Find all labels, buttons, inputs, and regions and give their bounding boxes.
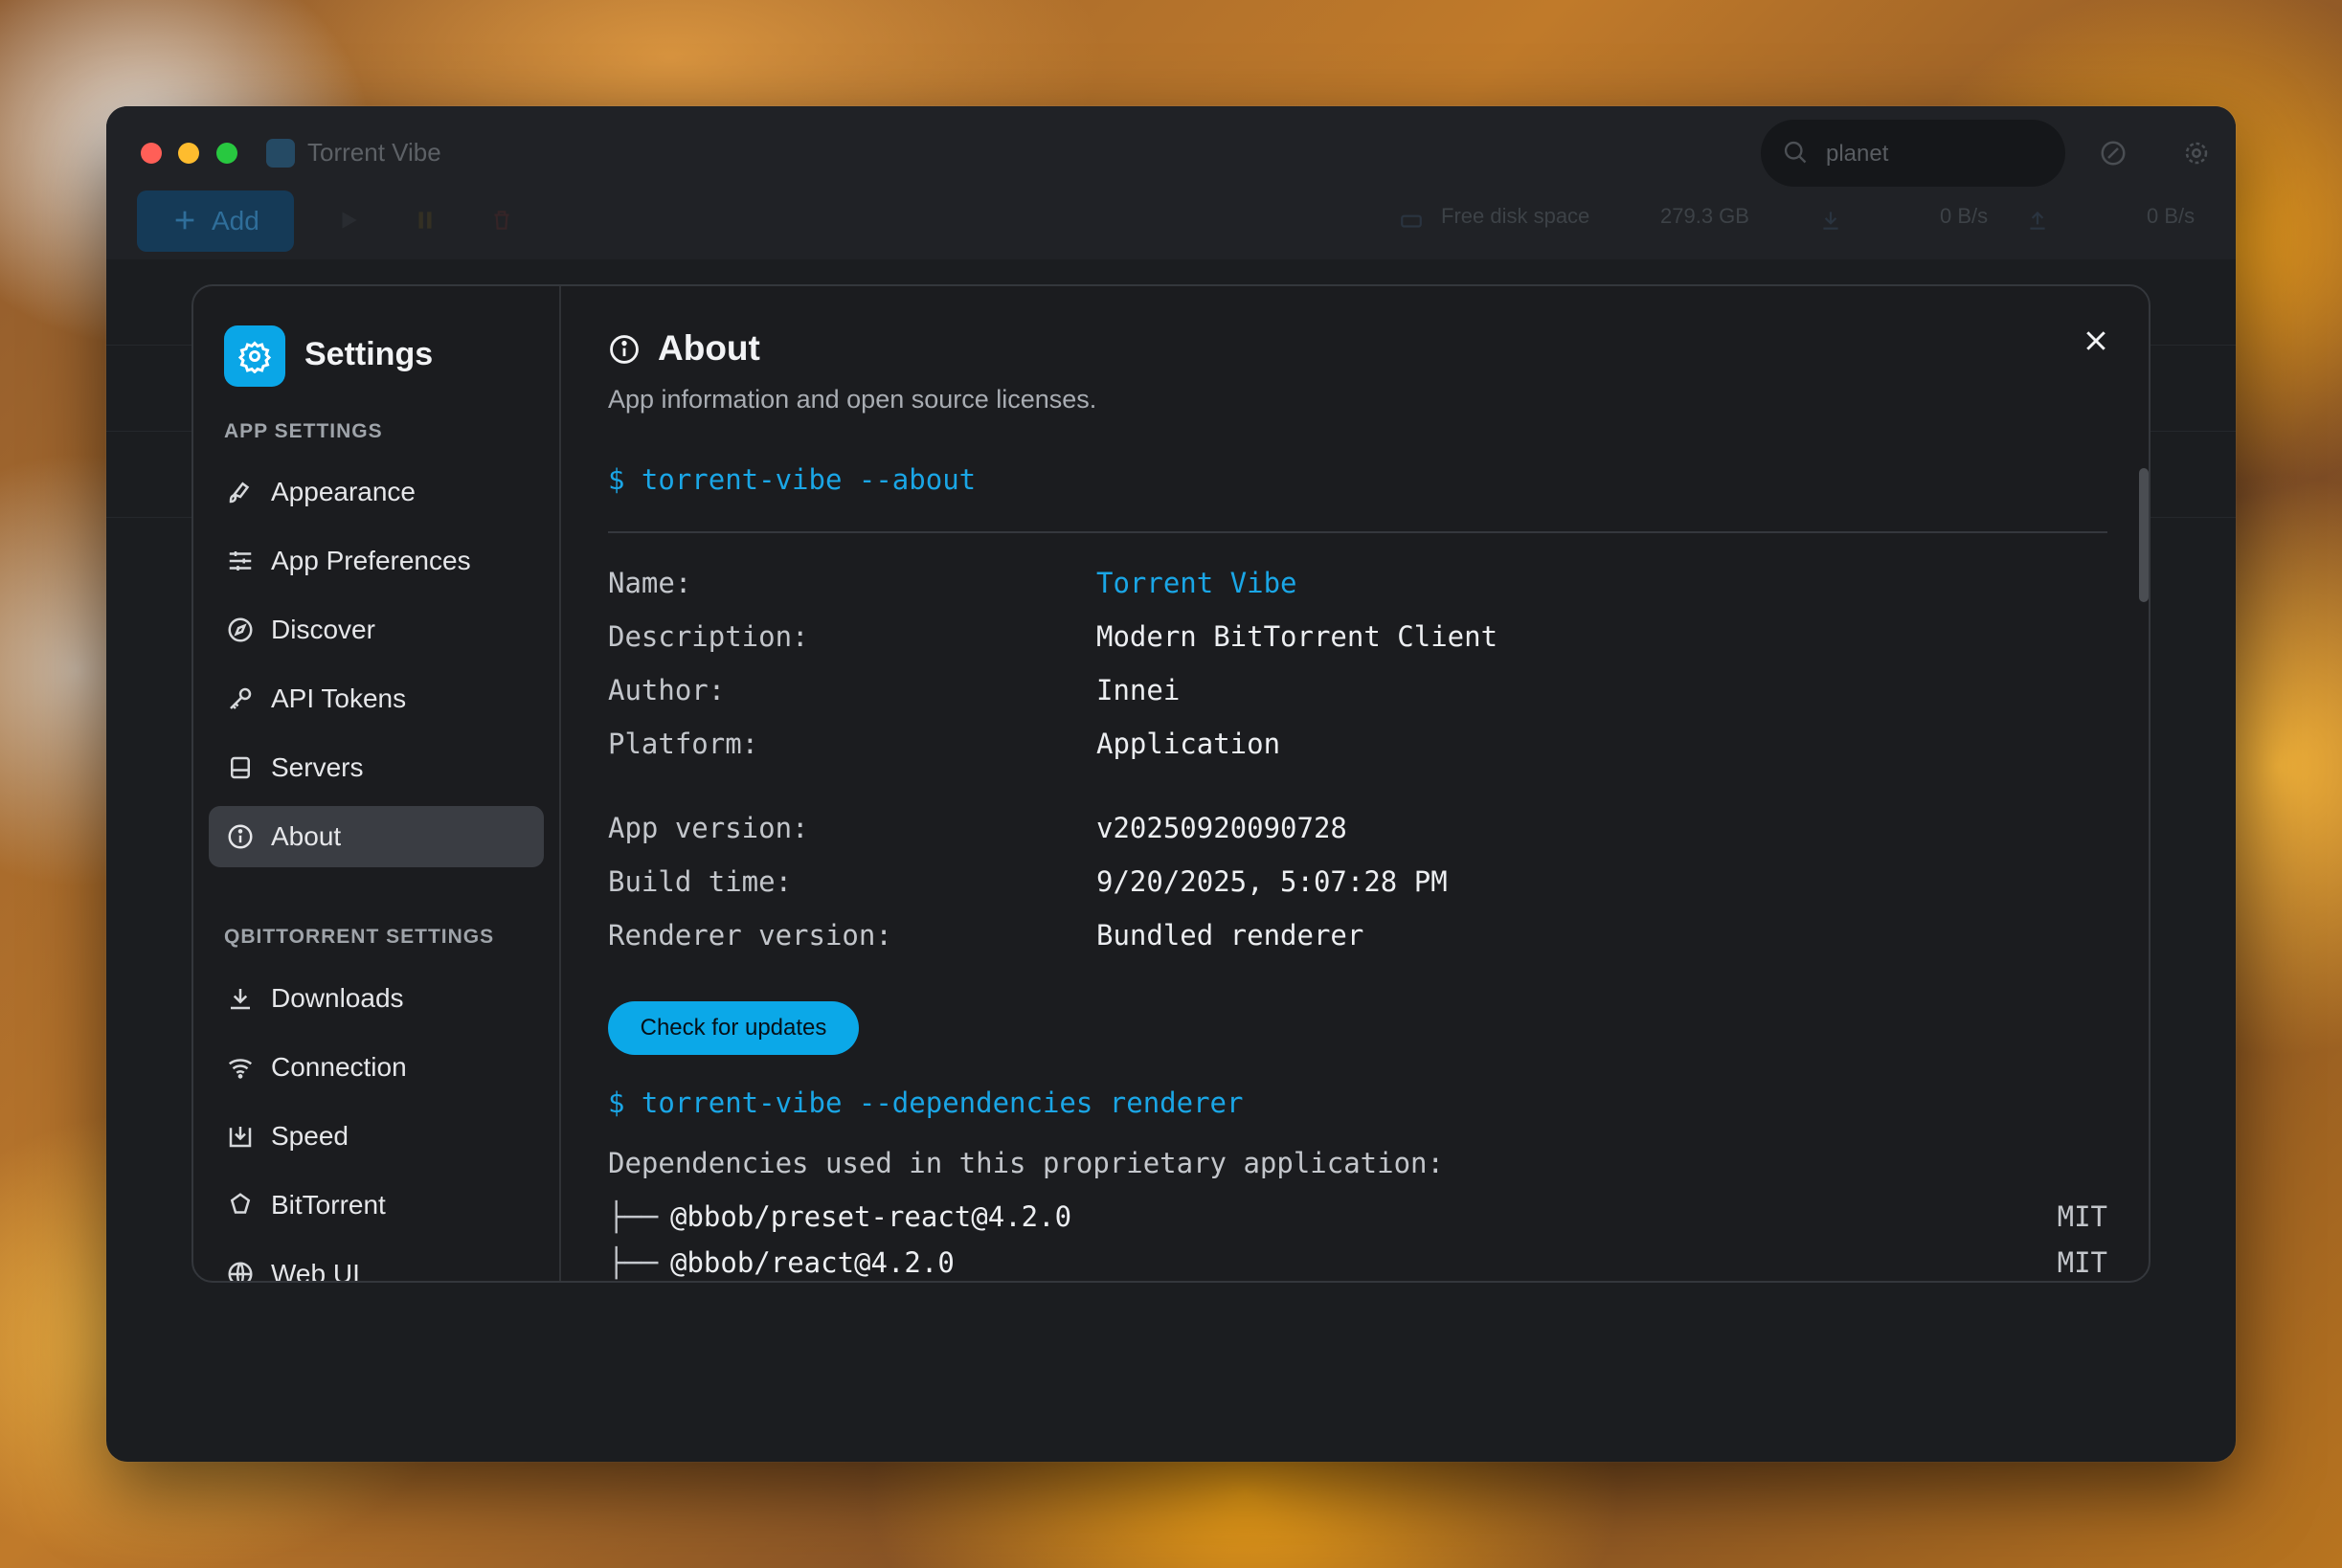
sidebar-item-bittorrent[interactable]: BitTorrent — [209, 1175, 544, 1236]
sidebar-item-discover[interactable]: Discover — [209, 599, 544, 661]
field-key-author: Author: — [608, 674, 726, 706]
check-updates-button[interactable]: Check for updates — [608, 1001, 859, 1055]
pause-icon[interactable] — [413, 208, 438, 233]
minimize-window-button[interactable] — [178, 143, 199, 164]
search-value: planet — [1826, 141, 1889, 167]
dependencies-intro: Dependencies used in this proprietary ap… — [608, 1147, 1444, 1179]
zoom-window-button[interactable] — [216, 143, 237, 164]
field-key-app-version: App version: — [608, 812, 809, 844]
globe-icon — [228, 1262, 253, 1281]
key-icon — [230, 687, 252, 709]
wifi-icon — [228, 1059, 253, 1079]
free-disk-value: 279.3 GB — [1660, 204, 1749, 228]
sidebar-item-label: Downloads — [271, 983, 404, 1013]
sliders-icon — [229, 551, 252, 571]
titlebar: Torrent Vibe planet Add Free disk space … — [106, 106, 2236, 259]
info-icon — [610, 335, 639, 364]
close-window-button[interactable] — [141, 143, 162, 164]
field-value-author: Innei — [1096, 674, 1181, 706]
about-command: $ torrent-vibe --about — [608, 463, 977, 496]
scrollbar-thumb[interactable] — [2139, 468, 2149, 602]
sidebar-item-speed[interactable]: Speed — [209, 1106, 544, 1167]
free-disk-label: Free disk space — [1441, 204, 1590, 228]
sidebar-item-web-ui[interactable]: Web UI — [209, 1243, 544, 1283]
dependencies-command: $ torrent-vibe --dependencies renderer — [608, 1086, 1244, 1119]
app-logo-icon — [266, 139, 295, 168]
divider — [608, 531, 2107, 533]
field-value-build-time: 9/20/2025, 5:07:28 PM — [1096, 865, 1448, 898]
close-icon[interactable] — [2082, 326, 2110, 355]
dependency-license: MIT — [2057, 1246, 2107, 1279]
app-title: Torrent Vibe — [307, 138, 441, 167]
dependency-name: @bbob/preset-react@4.2.0 — [670, 1200, 1072, 1233]
brush-icon — [229, 482, 250, 504]
sidebar-item-about[interactable]: About — [209, 806, 544, 867]
field-key-name: Name: — [608, 567, 692, 599]
sidebar-item-label: Discover — [271, 615, 375, 644]
search-icon — [1784, 141, 1807, 164]
sidebar-item-connection[interactable]: Connection — [209, 1037, 544, 1098]
settings-sidebar: Settings APP SETTINGS Appearance App Pre… — [193, 286, 561, 1281]
download-icon — [231, 989, 250, 1010]
add-button-label: Add — [212, 206, 259, 235]
settings-title: Settings — [304, 336, 434, 372]
field-value-description: Modern BitTorrent Client — [1096, 620, 1498, 653]
list-item: ├── @bbob/react@4.2.0 MIT — [608, 1246, 2107, 1281]
sidebar-item-label: Speed — [271, 1121, 349, 1151]
download-speed-value: 0 B/s — [1940, 204, 1989, 228]
sidebar-item-label: App Preferences — [271, 546, 471, 575]
field-value-renderer-version: Bundled renderer — [1096, 919, 1364, 952]
upload-speed-icon — [2030, 211, 2045, 230]
field-key-description: Description: — [608, 620, 809, 653]
section-heading-qbittorrent: QBITTORRENT SETTINGS — [224, 926, 495, 948]
sidebar-item-label: Web UI — [271, 1259, 360, 1283]
settings-dialog: Settings APP SETTINGS Appearance App Pre… — [191, 284, 2151, 1283]
about-panel: About App information and open source li… — [563, 286, 2149, 1281]
sidebar-item-label: API Tokens — [271, 683, 407, 713]
add-button[interactable]: Add — [137, 190, 294, 252]
field-value-platform: Application — [1096, 728, 1281, 760]
sidebar-item-app-preferences[interactable]: App Preferences — [209, 530, 544, 592]
field-key-platform: Platform: — [608, 728, 759, 760]
sidebar-item-label: Connection — [271, 1052, 407, 1082]
sidebar-item-appearance[interactable]: Appearance — [209, 461, 544, 523]
sidebar-item-label: Servers — [271, 752, 364, 782]
sidebar-item-label: BitTorrent — [271, 1190, 386, 1220]
play-icon[interactable] — [336, 208, 361, 233]
section-heading-app: APP SETTINGS — [224, 420, 383, 442]
sidebar-item-servers[interactable]: Servers — [209, 737, 544, 798]
trash-icon[interactable] — [489, 208, 514, 233]
field-key-renderer-version: Renderer version: — [608, 919, 892, 952]
search-input[interactable]: planet — [1761, 120, 2065, 187]
sidebar-item-label: Appearance — [271, 477, 417, 506]
compass-icon — [228, 617, 253, 642]
settings-gear-icon — [237, 341, 272, 373]
info-icon — [228, 824, 253, 849]
tree-branch: ├── — [608, 1246, 659, 1279]
sidebar-item-downloads[interactable]: Downloads — [209, 968, 544, 1029]
compass-icon[interactable] — [2099, 139, 2128, 168]
plus-icon — [175, 211, 194, 230]
settings-logo — [224, 325, 285, 387]
page-subtitle: App information and open source licenses… — [608, 385, 1097, 414]
tree-branch: ├── — [608, 1200, 659, 1233]
gear-outline-icon — [230, 1193, 251, 1214]
field-value-name[interactable]: Torrent Vibe — [1096, 567, 1297, 599]
page-title: About — [658, 328, 760, 368]
list-item: ├── @bbob/preset-react@4.2.0 MIT — [608, 1200, 2107, 1239]
field-value-app-version: v20250920090728 — [1096, 812, 1347, 844]
download-speed-icon — [1823, 212, 1838, 230]
disk-icon — [1401, 214, 1422, 228]
field-key-build-time: Build time: — [608, 865, 793, 898]
gear-icon[interactable] — [2182, 139, 2211, 168]
upload-speed-value: 0 B/s — [2147, 204, 2196, 228]
sidebar-item-label: About — [271, 821, 342, 851]
dependency-license: MIT — [2057, 1200, 2107, 1233]
sidebar-item-api-tokens[interactable]: API Tokens — [209, 668, 544, 729]
dependency-name: @bbob/react@4.2.0 — [670, 1246, 955, 1279]
server-icon — [231, 756, 250, 779]
speed-icon — [229, 1127, 252, 1148]
